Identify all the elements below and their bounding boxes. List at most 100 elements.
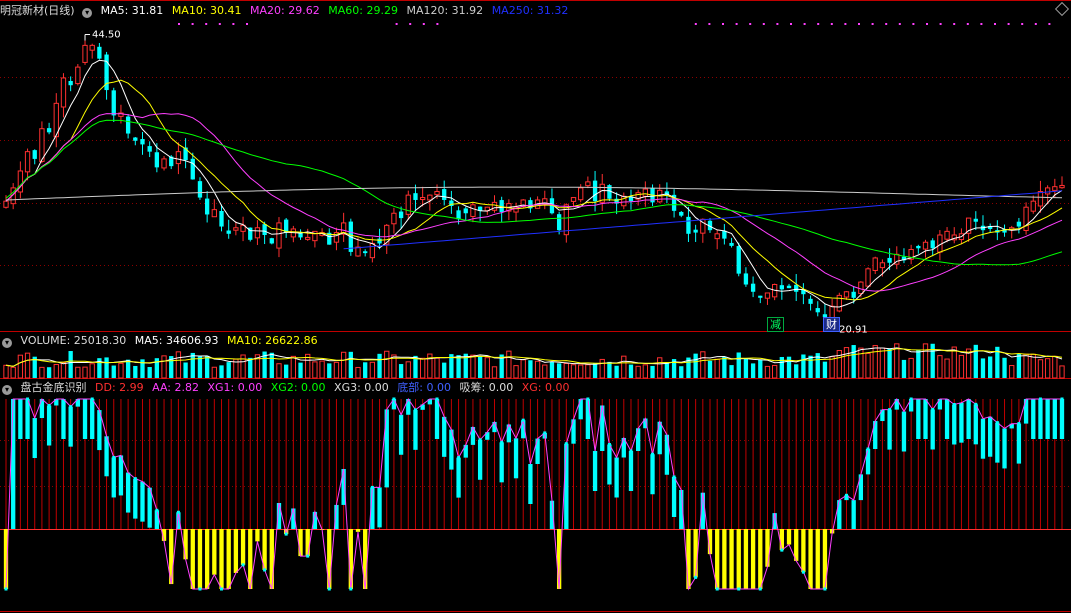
signal-dot [898, 23, 901, 25]
volume-bar [944, 358, 950, 379]
volume-bar [879, 347, 886, 379]
volume-bar [118, 362, 124, 379]
signal-dot [422, 23, 425, 25]
candle-body [916, 245, 921, 249]
volume-bar [829, 356, 835, 379]
dd-dot [284, 532, 288, 536]
bottom-signal-bar [212, 529, 217, 575]
candle-body [973, 218, 978, 222]
volume-bar [1044, 358, 1051, 379]
indicator-cyan-bar [1045, 399, 1050, 439]
candle-body [879, 262, 886, 269]
candle-body [1016, 221, 1022, 227]
volume-bar [269, 352, 274, 378]
bottom-signal-bar [197, 529, 203, 589]
volume-bar [930, 343, 935, 378]
candle-body [391, 212, 397, 225]
candle-body [786, 285, 792, 289]
volume-bar [327, 363, 332, 378]
indicator-cyan-bar [944, 399, 950, 439]
signal-dot [1007, 23, 1010, 25]
chart-canvas[interactable]: 44.50 20.91 [0, 0, 1071, 613]
bottom-signal-bar [686, 529, 691, 589]
signal-dot [735, 23, 738, 25]
signal-dot [178, 23, 180, 25]
candle-body [154, 152, 160, 168]
dd-dot [413, 408, 417, 412]
indicator-cyan-bar [61, 399, 66, 439]
volume-bar [104, 357, 109, 378]
signal-dot [708, 23, 711, 25]
indicator-cyan-bar [18, 399, 23, 439]
candle-body [427, 194, 433, 201]
volume-bar [204, 355, 210, 378]
volume-bar [477, 356, 483, 378]
volume-bar [348, 351, 353, 378]
candle-body [779, 285, 784, 290]
volume-bar [1030, 353, 1036, 379]
volume-bar [111, 365, 116, 378]
candle-body [872, 257, 878, 271]
event-tag-finance[interactable]: 财 [823, 317, 840, 332]
indicator-cyan-bar [887, 409, 892, 450]
indicator-cyan-bar [923, 399, 928, 439]
volume-bar [384, 350, 390, 379]
signal-dot [926, 23, 928, 25]
candle-body [413, 193, 418, 200]
indicator-cyan-bar [513, 438, 519, 479]
volume-bar [284, 364, 289, 378]
candle-body [398, 211, 404, 219]
volume-bar [801, 354, 806, 378]
indicator-cyan-bar [916, 399, 921, 439]
candle-body [305, 236, 311, 240]
candle-body [89, 44, 95, 51]
dd-dot [500, 440, 504, 444]
bottom-signal-bar [815, 529, 820, 589]
volume-bar [836, 350, 842, 379]
indicator-cyan-bar [528, 464, 533, 504]
candle-body [197, 181, 203, 198]
candle-body [1030, 200, 1036, 212]
volume-bar [333, 361, 340, 379]
candle-body [585, 181, 591, 187]
signal-dot [858, 23, 860, 25]
volume-bar [290, 355, 297, 379]
indicator-cyan-bar [140, 481, 145, 522]
candle-body [111, 90, 116, 116]
candle-body [836, 294, 842, 312]
dd-dot [263, 568, 267, 572]
indicator-cyan-bar [25, 399, 30, 439]
candle-body [922, 241, 929, 250]
candle-body [75, 66, 81, 85]
volume-bar [147, 367, 152, 378]
signal-dot [803, 23, 806, 25]
candle-body [219, 210, 224, 227]
candle-body [679, 211, 684, 216]
bottom-signal-bar [722, 529, 727, 589]
candle-body [1052, 186, 1058, 191]
candle-body [693, 229, 698, 233]
candle-body [175, 151, 182, 165]
bottom-signal-bar [693, 529, 698, 578]
bottom-signal-bar [240, 529, 246, 565]
event-tag-reduce[interactable]: 减 [767, 317, 784, 332]
volume-bar [916, 349, 921, 378]
indicator-cyan-bar [133, 478, 138, 519]
dd-dot [198, 587, 202, 591]
indicator-cyan-bar [1052, 399, 1057, 439]
volume-bar [298, 362, 303, 378]
candle-body [1037, 191, 1044, 207]
volume-bar [679, 366, 684, 378]
indicator-cyan-bar [1016, 423, 1022, 464]
volume-bar [592, 362, 598, 378]
candle-body [233, 227, 239, 231]
candle-body [60, 77, 67, 108]
volume-bar [340, 351, 347, 379]
dd-dot [629, 449, 633, 453]
candle-body [405, 194, 411, 215]
candle-body [419, 197, 426, 201]
candle-body [570, 197, 577, 202]
volume-bar [958, 354, 965, 379]
volume-bar [714, 358, 720, 379]
indicator-cyan-bar [995, 422, 1000, 463]
